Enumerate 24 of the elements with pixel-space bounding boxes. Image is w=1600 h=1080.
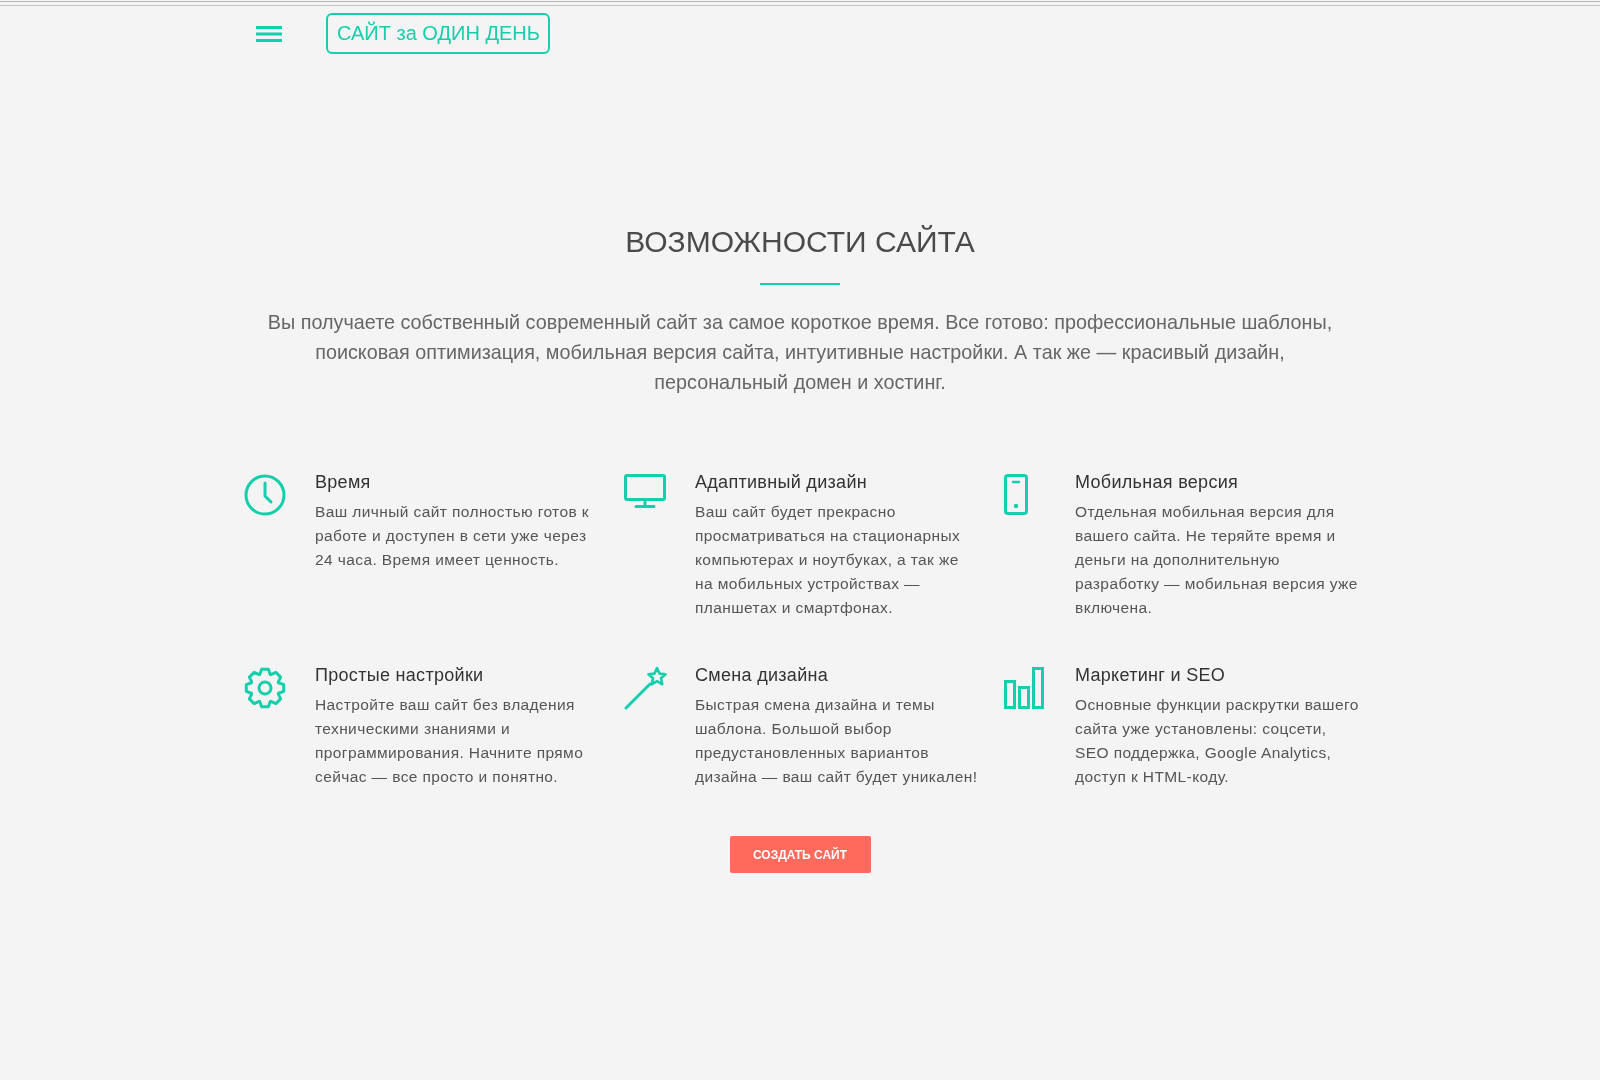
feature-description: Отдельная мобильная версия для вашего сайта. Не теряйте время и деньги на дополнительную разработку — мобильная версия уже включена. bbox=[1075, 502, 1359, 618]
feature-description: Ваш личный сайт полностью готов к работе и доступен в сети уже через 24 часа. Время имеет ценность. bbox=[315, 502, 590, 570]
bar-chart-icon bbox=[1004, 667, 1044, 709]
feature-title: Мобильная версия bbox=[1075, 471, 1240, 494]
create-site-button[interactable]: СОЗДАТЬ САЙТ bbox=[729, 836, 871, 873]
section-intro: Вы получаете собственный современный сайт за самое короткое время. Все готово: профессиональные шаблоны, поисковая оптимизация, мобильная версия сайта, интуитивные настройки. А так же — красивый дизайн, персональный домен и хостинг. bbox=[266, 310, 1334, 395]
magic-wand-icon bbox=[624, 667, 667, 710]
menu-button[interactable] bbox=[256, 25, 282, 42]
monitor-icon bbox=[624, 474, 666, 508]
feature-title: Маркетинг и SEO bbox=[1075, 664, 1227, 687]
feature-description: Ваш сайт будет прекрасно просматриваться на стационарных компьютерах и ноутбуках, а так же на мобильных устройствах — планшетах и смартфонах. bbox=[695, 502, 962, 618]
feature-description: Настройте ваш сайт без владения техническими знаниями и программирования. Начните прямо сейчас — все просто и понятно. bbox=[315, 695, 585, 787]
menu-icon bbox=[256, 25, 282, 42]
site-logo[interactable]: САЙТ за ОДИН ДЕНЬ bbox=[326, 13, 550, 54]
feature-title: Простые настройки bbox=[315, 664, 485, 687]
feature-description: Основные функции раскрутки вашего сайта уже установлены: соцсети, SEO поддержка, Google Analytics, доступ к HTML-коду. bbox=[1075, 695, 1360, 787]
feature-description: Быстрая смена дизайна и темы шаблона. Большой выбор предустановленных вариантов дизайна — ваш сайт будет уникален! bbox=[695, 695, 979, 787]
feature-title: Смена дизайна bbox=[695, 664, 830, 687]
feature-title: Время bbox=[315, 471, 372, 494]
feature-title: Адаптивный дизайн bbox=[695, 471, 868, 494]
section-title: ВОЗМОЖНОСТИ САЙТА bbox=[624, 224, 976, 260]
clock-icon bbox=[244, 474, 286, 516]
phone-icon bbox=[1004, 474, 1028, 515]
settings-icon bbox=[244, 667, 286, 709]
